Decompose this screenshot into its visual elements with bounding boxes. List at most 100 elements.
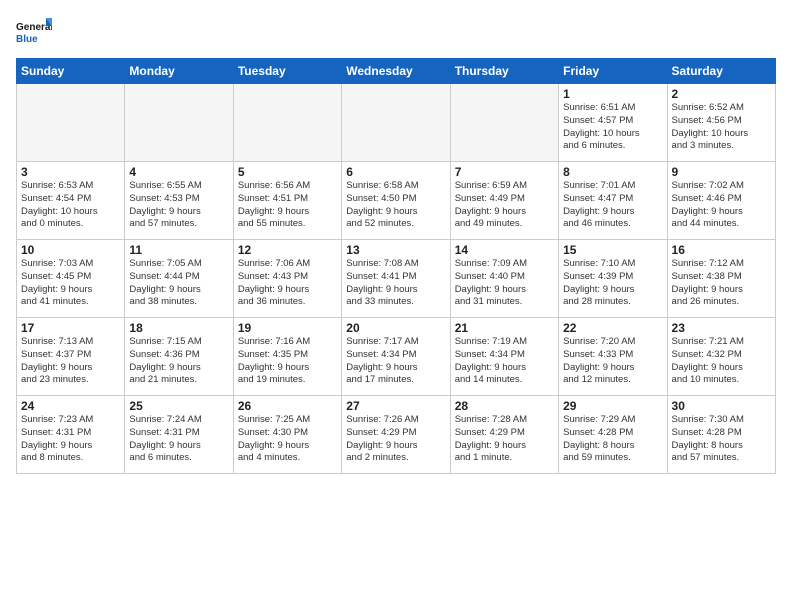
day-info: Sunrise: 7:02 AM Sunset: 4:46 PM Dayligh…	[672, 180, 771, 231]
day-info: Sunrise: 7:09 AM Sunset: 4:40 PM Dayligh…	[455, 258, 554, 309]
day-info: Sunrise: 7:29 AM Sunset: 4:28 PM Dayligh…	[563, 414, 662, 465]
day-info: Sunrise: 7:25 AM Sunset: 4:30 PM Dayligh…	[238, 414, 337, 465]
calendar-cell: 16Sunrise: 7:12 AM Sunset: 4:38 PM Dayli…	[667, 240, 775, 318]
weekday-header: Thursday	[450, 59, 558, 84]
calendar-cell: 14Sunrise: 7:09 AM Sunset: 4:40 PM Dayli…	[450, 240, 558, 318]
calendar-week-row: 17Sunrise: 7:13 AM Sunset: 4:37 PM Dayli…	[17, 318, 776, 396]
weekday-header: Wednesday	[342, 59, 450, 84]
calendar-cell	[17, 84, 125, 162]
calendar-cell: 28Sunrise: 7:28 AM Sunset: 4:29 PM Dayli…	[450, 396, 558, 474]
calendar-cell: 17Sunrise: 7:13 AM Sunset: 4:37 PM Dayli…	[17, 318, 125, 396]
calendar-cell: 26Sunrise: 7:25 AM Sunset: 4:30 PM Dayli…	[233, 396, 341, 474]
day-number: 4	[129, 165, 228, 179]
day-number: 26	[238, 399, 337, 413]
day-number: 5	[238, 165, 337, 179]
weekday-header: Friday	[559, 59, 667, 84]
day-number: 18	[129, 321, 228, 335]
calendar-cell: 7Sunrise: 6:59 AM Sunset: 4:49 PM Daylig…	[450, 162, 558, 240]
day-number: 21	[455, 321, 554, 335]
calendar-week-row: 1Sunrise: 6:51 AM Sunset: 4:57 PM Daylig…	[17, 84, 776, 162]
calendar-cell: 29Sunrise: 7:29 AM Sunset: 4:28 PM Dayli…	[559, 396, 667, 474]
day-info: Sunrise: 7:01 AM Sunset: 4:47 PM Dayligh…	[563, 180, 662, 231]
calendar-cell: 5Sunrise: 6:56 AM Sunset: 4:51 PM Daylig…	[233, 162, 341, 240]
weekday-header: Tuesday	[233, 59, 341, 84]
logo: General Blue	[16, 16, 52, 52]
calendar-cell: 20Sunrise: 7:17 AM Sunset: 4:34 PM Dayli…	[342, 318, 450, 396]
day-number: 1	[563, 87, 662, 101]
day-info: Sunrise: 6:51 AM Sunset: 4:57 PM Dayligh…	[563, 102, 662, 153]
calendar-cell: 25Sunrise: 7:24 AM Sunset: 4:31 PM Dayli…	[125, 396, 233, 474]
day-info: Sunrise: 7:10 AM Sunset: 4:39 PM Dayligh…	[563, 258, 662, 309]
weekday-header: Sunday	[17, 59, 125, 84]
day-number: 2	[672, 87, 771, 101]
calendar-cell: 3Sunrise: 6:53 AM Sunset: 4:54 PM Daylig…	[17, 162, 125, 240]
day-info: Sunrise: 7:13 AM Sunset: 4:37 PM Dayligh…	[21, 336, 120, 387]
page-container: General Blue SundayMondayTuesdayWednesda…	[0, 0, 792, 482]
calendar-cell: 24Sunrise: 7:23 AM Sunset: 4:31 PM Dayli…	[17, 396, 125, 474]
day-info: Sunrise: 7:15 AM Sunset: 4:36 PM Dayligh…	[129, 336, 228, 387]
day-number: 10	[21, 243, 120, 257]
weekday-header: Saturday	[667, 59, 775, 84]
day-info: Sunrise: 7:28 AM Sunset: 4:29 PM Dayligh…	[455, 414, 554, 465]
calendar-cell	[450, 84, 558, 162]
day-info: Sunrise: 6:52 AM Sunset: 4:56 PM Dayligh…	[672, 102, 771, 153]
day-info: Sunrise: 7:30 AM Sunset: 4:28 PM Dayligh…	[672, 414, 771, 465]
day-number: 29	[563, 399, 662, 413]
calendar-cell: 4Sunrise: 6:55 AM Sunset: 4:53 PM Daylig…	[125, 162, 233, 240]
calendar-cell: 15Sunrise: 7:10 AM Sunset: 4:39 PM Dayli…	[559, 240, 667, 318]
day-info: Sunrise: 7:26 AM Sunset: 4:29 PM Dayligh…	[346, 414, 445, 465]
calendar-week-row: 24Sunrise: 7:23 AM Sunset: 4:31 PM Dayli…	[17, 396, 776, 474]
day-number: 16	[672, 243, 771, 257]
calendar-cell: 18Sunrise: 7:15 AM Sunset: 4:36 PM Dayli…	[125, 318, 233, 396]
logo-svg: General Blue	[16, 16, 52, 52]
day-number: 28	[455, 399, 554, 413]
day-number: 23	[672, 321, 771, 335]
day-info: Sunrise: 7:08 AM Sunset: 4:41 PM Dayligh…	[346, 258, 445, 309]
calendar-cell: 10Sunrise: 7:03 AM Sunset: 4:45 PM Dayli…	[17, 240, 125, 318]
day-info: Sunrise: 7:03 AM Sunset: 4:45 PM Dayligh…	[21, 258, 120, 309]
day-number: 20	[346, 321, 445, 335]
day-number: 25	[129, 399, 228, 413]
day-number: 14	[455, 243, 554, 257]
day-number: 6	[346, 165, 445, 179]
day-info: Sunrise: 7:23 AM Sunset: 4:31 PM Dayligh…	[21, 414, 120, 465]
day-info: Sunrise: 6:53 AM Sunset: 4:54 PM Dayligh…	[21, 180, 120, 231]
calendar-week-row: 3Sunrise: 6:53 AM Sunset: 4:54 PM Daylig…	[17, 162, 776, 240]
day-number: 13	[346, 243, 445, 257]
day-number: 19	[238, 321, 337, 335]
calendar-cell: 9Sunrise: 7:02 AM Sunset: 4:46 PM Daylig…	[667, 162, 775, 240]
calendar-cell	[233, 84, 341, 162]
calendar-cell: 21Sunrise: 7:19 AM Sunset: 4:34 PM Dayli…	[450, 318, 558, 396]
calendar-cell: 27Sunrise: 7:26 AM Sunset: 4:29 PM Dayli…	[342, 396, 450, 474]
day-info: Sunrise: 7:12 AM Sunset: 4:38 PM Dayligh…	[672, 258, 771, 309]
day-info: Sunrise: 6:59 AM Sunset: 4:49 PM Dayligh…	[455, 180, 554, 231]
day-info: Sunrise: 7:16 AM Sunset: 4:35 PM Dayligh…	[238, 336, 337, 387]
calendar-header-row: SundayMondayTuesdayWednesdayThursdayFrid…	[17, 59, 776, 84]
day-info: Sunrise: 6:58 AM Sunset: 4:50 PM Dayligh…	[346, 180, 445, 231]
calendar-cell: 1Sunrise: 6:51 AM Sunset: 4:57 PM Daylig…	[559, 84, 667, 162]
calendar-cell: 13Sunrise: 7:08 AM Sunset: 4:41 PM Dayli…	[342, 240, 450, 318]
calendar-cell	[125, 84, 233, 162]
day-info: Sunrise: 6:55 AM Sunset: 4:53 PM Dayligh…	[129, 180, 228, 231]
calendar-cell: 22Sunrise: 7:20 AM Sunset: 4:33 PM Dayli…	[559, 318, 667, 396]
day-info: Sunrise: 7:24 AM Sunset: 4:31 PM Dayligh…	[129, 414, 228, 465]
day-number: 3	[21, 165, 120, 179]
day-info: Sunrise: 7:21 AM Sunset: 4:32 PM Dayligh…	[672, 336, 771, 387]
calendar-cell: 2Sunrise: 6:52 AM Sunset: 4:56 PM Daylig…	[667, 84, 775, 162]
calendar-cell: 11Sunrise: 7:05 AM Sunset: 4:44 PM Dayli…	[125, 240, 233, 318]
calendar-cell: 23Sunrise: 7:21 AM Sunset: 4:32 PM Dayli…	[667, 318, 775, 396]
calendar-cell: 12Sunrise: 7:06 AM Sunset: 4:43 PM Dayli…	[233, 240, 341, 318]
day-info: Sunrise: 7:19 AM Sunset: 4:34 PM Dayligh…	[455, 336, 554, 387]
calendar-week-row: 10Sunrise: 7:03 AM Sunset: 4:45 PM Dayli…	[17, 240, 776, 318]
day-number: 11	[129, 243, 228, 257]
day-info: Sunrise: 7:17 AM Sunset: 4:34 PM Dayligh…	[346, 336, 445, 387]
calendar-cell	[342, 84, 450, 162]
day-info: Sunrise: 6:56 AM Sunset: 4:51 PM Dayligh…	[238, 180, 337, 231]
calendar-cell: 8Sunrise: 7:01 AM Sunset: 4:47 PM Daylig…	[559, 162, 667, 240]
header: General Blue	[16, 12, 776, 52]
day-info: Sunrise: 7:05 AM Sunset: 4:44 PM Dayligh…	[129, 258, 228, 309]
weekday-header: Monday	[125, 59, 233, 84]
calendar-cell: 6Sunrise: 6:58 AM Sunset: 4:50 PM Daylig…	[342, 162, 450, 240]
day-number: 8	[563, 165, 662, 179]
calendar-cell: 19Sunrise: 7:16 AM Sunset: 4:35 PM Dayli…	[233, 318, 341, 396]
